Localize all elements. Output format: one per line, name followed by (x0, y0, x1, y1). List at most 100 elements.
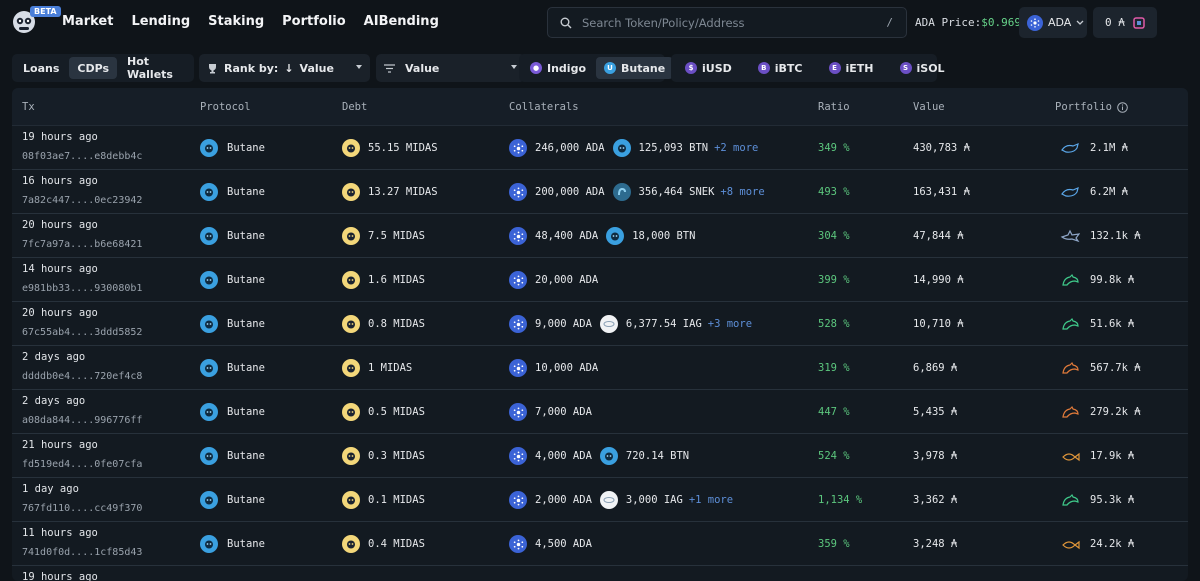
table-row[interactable]: 2 days ago a08da844....996776ff Butane 0.5 … (12, 390, 1188, 434)
tx-hash[interactable]: a08da844....996776ff (22, 415, 142, 426)
more-collaterals-link[interactable]: +1 more (689, 494, 733, 506)
tx-time: 19 hours ago (22, 571, 98, 581)
tx-hash[interactable]: 67c55ab4....3ddd5852 (22, 327, 142, 338)
table-row[interactable]: 19 hours ago (12, 566, 1188, 581)
value-cell: 3,362 ₳ (913, 478, 957, 522)
asset-ibtc[interactable]: BiBTC (750, 57, 811, 79)
portfolio-cell: 95.3k ₳ (1060, 478, 1134, 522)
protocol-name: Butane (227, 450, 265, 462)
table-row[interactable]: 19 hours ago 08f03ae7....e8debb4c Butane 55… (12, 126, 1188, 170)
more-collaterals-link[interactable]: +2 more (714, 142, 758, 154)
portfolio-amount: 567.7k ₳ (1090, 362, 1141, 374)
isol-icon: S (899, 62, 912, 74)
collateral-secondary: 3,000 IAG (625, 494, 683, 506)
search-input[interactable] (582, 15, 872, 30)
midas-icon (342, 271, 360, 289)
tx-hash[interactable]: fd519ed4....0fe07cfa (22, 459, 142, 470)
tx-time: 20 hours ago (22, 307, 98, 319)
filter-bar: Loans CDPs Hot Wallets Rank by: ↓ Value … (12, 54, 1188, 82)
nav-aibending[interactable]: AIBending (364, 14, 439, 29)
protocol-name: Butane (227, 142, 265, 154)
table-row[interactable]: 2 days ago ddddb0e4....720ef4c8 Butane 1 MI… (12, 346, 1188, 390)
tx-hash[interactable]: 7a82c447....0ec23942 (22, 195, 142, 206)
protocol-cell: Butane (200, 478, 265, 522)
dolphin-icon (1060, 317, 1082, 331)
table-row[interactable]: 1 day ago 767fd110....cc49f370 Butane 0.1 M… (12, 478, 1188, 522)
table-row[interactable]: 14 hours ago e981bb33....930080b1 Butane 1.… (12, 258, 1188, 302)
tx-hash[interactable]: 767fd110....cc49f370 (22, 503, 142, 514)
table-row[interactable]: 16 hours ago 7a82c447....0ec23942 Butane 13… (12, 170, 1188, 214)
wallet-icon (1133, 16, 1145, 29)
tab-cdps[interactable]: CDPs (69, 57, 117, 79)
ada-icon (509, 139, 527, 157)
ratio-value: 349 % (818, 142, 850, 154)
ratio-value: 359 % (818, 538, 850, 550)
collaterals-cell: 48,400 ADA 18,000 BTN (509, 214, 695, 258)
metric-select[interactable]: Value (376, 54, 525, 82)
value-cell: 14,990 ₳ (913, 258, 964, 302)
tx-hash[interactable]: 08f03ae7....e8debb4c (22, 151, 142, 162)
tx-hash[interactable]: e981bb33....930080b1 (22, 283, 142, 294)
tx-hash[interactable]: 7fc7a97a....b6e68421 (22, 239, 142, 250)
collaterals-cell: 20,000 ADA (509, 258, 598, 302)
asset-ieth[interactable]: EiETH (821, 57, 882, 79)
cardano-icon (1027, 14, 1043, 31)
protocol-butane-label: Butane (621, 61, 666, 75)
asset-iusd[interactable]: $ iUSD (677, 57, 740, 79)
col-debt: Debt (342, 101, 368, 113)
search-icon (560, 17, 572, 28)
nav-market[interactable]: Market (62, 14, 113, 29)
protocol-butane[interactable]: U Butane (596, 57, 674, 79)
collateral-ada: 4,500 ADA (535, 538, 592, 550)
caret-down-icon (356, 65, 362, 69)
iag-icon (599, 491, 618, 509)
ibtc-icon: B (757, 62, 770, 74)
beta-badge: BETA (30, 6, 61, 17)
value-amount: 10,710 ₳ (913, 318, 964, 330)
network-selector[interactable]: ADA (1019, 7, 1087, 38)
ada-icon (509, 535, 527, 553)
debt-cell: 0.8 MIDAS (342, 302, 425, 346)
more-collaterals-link[interactable]: +3 more (708, 318, 752, 330)
whale-icon (1060, 141, 1082, 155)
portfolio-amount: 132.1k ₳ (1090, 230, 1141, 242)
portfolio-cell: 51.6k ₳ (1060, 302, 1134, 346)
more-collaterals-link[interactable]: +8 more (720, 186, 764, 198)
info-icon[interactable] (1117, 101, 1128, 113)
nav-portfolio[interactable]: Portfolio (282, 14, 346, 29)
collateral-ada: 10,000 ADA (535, 362, 599, 374)
table-row[interactable]: 21 hours ago fd519ed4....0fe07cfa Butane 0.… (12, 434, 1188, 478)
protocol-indigo[interactable]: ● Indigo (522, 57, 594, 79)
ada-icon (509, 491, 527, 509)
table-row[interactable]: 11 hours ago 741d0f0d....1cf85d43 Butane 0.… (12, 522, 1188, 566)
debt-amount: 0.5 MIDAS (368, 406, 425, 418)
nav-staking[interactable]: Staking (208, 14, 264, 29)
debt-cell: 13.27 MIDAS (342, 170, 438, 214)
butane-icon (200, 491, 218, 509)
nav-lending[interactable]: Lending (131, 14, 190, 29)
tx-time: 14 hours ago (22, 263, 98, 275)
table-row[interactable]: 20 hours ago 67c55ab4....3ddd5852 Butane 0.… (12, 302, 1188, 346)
ratio-cell: 349 % (818, 126, 850, 170)
rank-by-select[interactable]: Rank by: ↓ Value (199, 54, 370, 82)
ratio-cell: 304 % (818, 214, 850, 258)
midas-icon (342, 359, 360, 377)
wallet-button[interactable]: 0 ₳ (1093, 7, 1157, 38)
protocol-indigo-label: Indigo (547, 61, 586, 75)
tx-hash[interactable]: ddddb0e4....720ef4c8 (22, 371, 142, 382)
search-box[interactable]: / (547, 7, 907, 38)
tx-hash[interactable]: 741d0f0d....1cf85d43 (22, 547, 142, 558)
ada-icon (509, 359, 527, 377)
butane-icon (200, 447, 218, 465)
asset-isol[interactable]: SiSOL (892, 57, 953, 79)
protocol-cell: Butane (200, 434, 265, 478)
tab-hot-wallets[interactable]: Hot Wallets (119, 55, 191, 81)
search-shortcut: / (886, 16, 893, 29)
table-row[interactable]: 20 hours ago 7fc7a97a....b6e68421 Butane 7.… (12, 214, 1188, 258)
protocol-cell: Butane (200, 390, 265, 434)
table-header: Tx Protocol Debt Collaterals Ratio Value… (12, 88, 1188, 126)
collateral-ada: 48,400 ADA (535, 230, 599, 242)
debt-amount: 0.8 MIDAS (368, 318, 425, 330)
tab-loans[interactable]: Loans (15, 57, 67, 79)
value-cell: 47,844 ₳ (913, 214, 964, 258)
